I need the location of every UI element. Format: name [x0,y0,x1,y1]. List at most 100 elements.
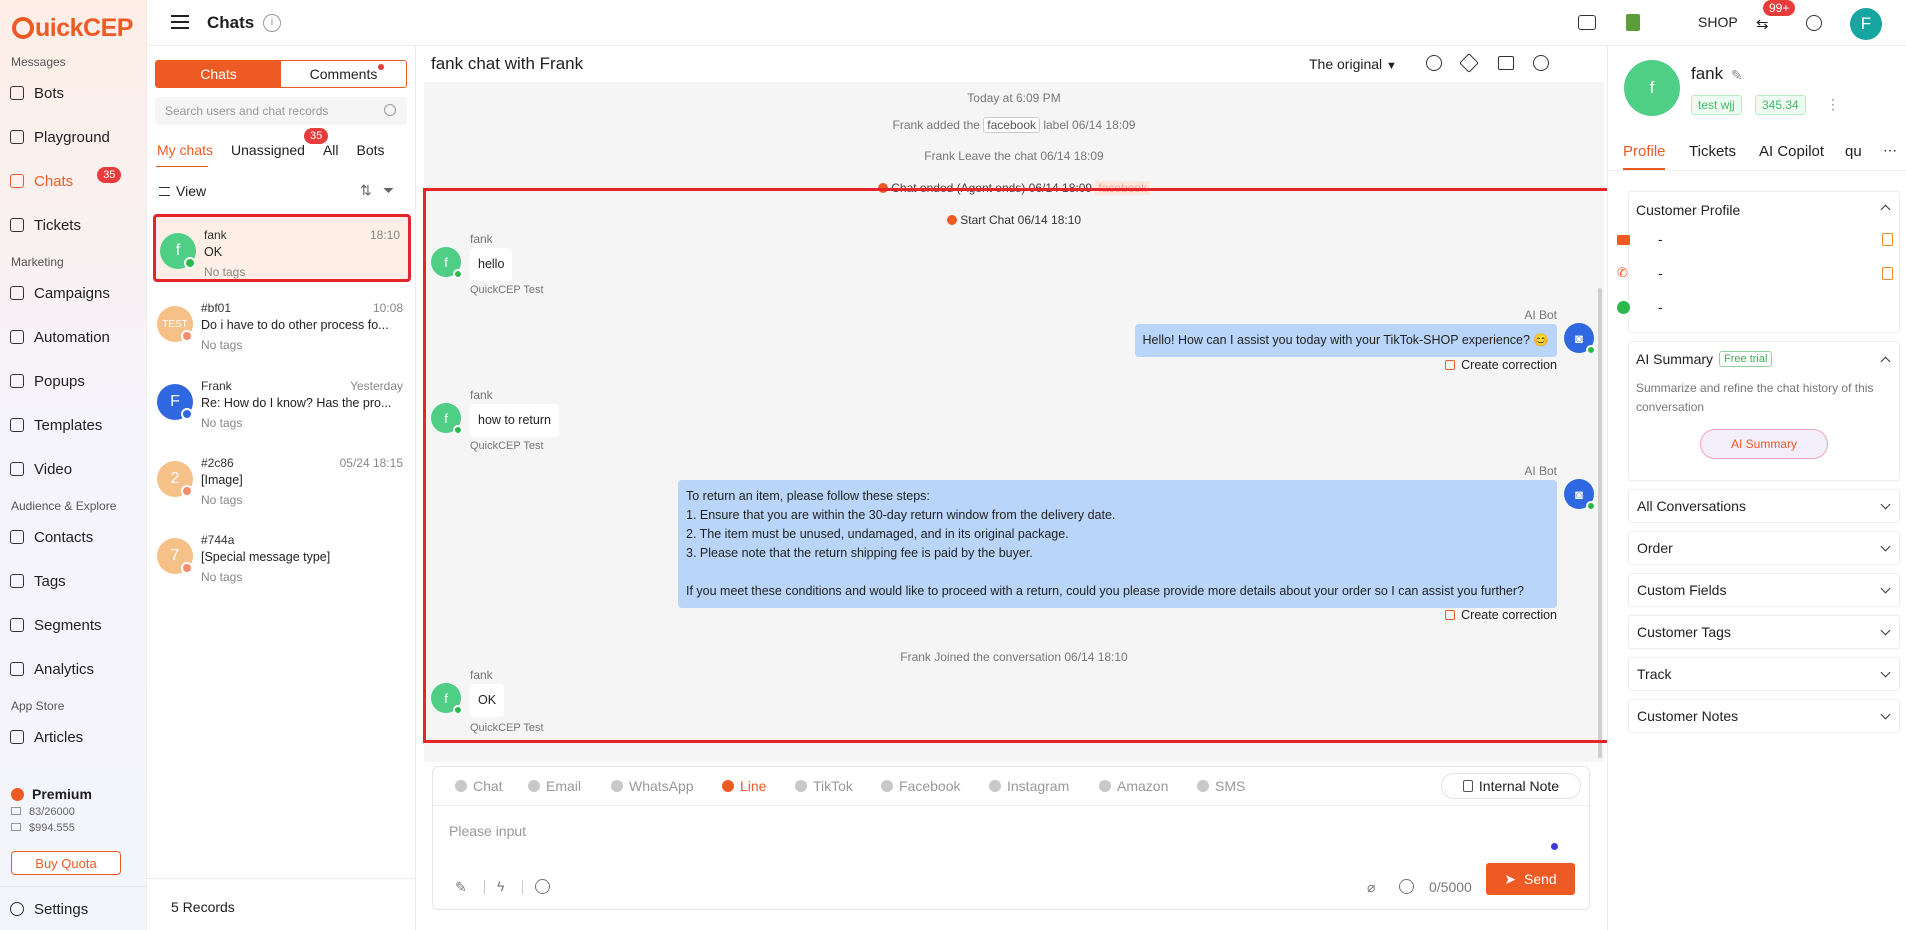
info-icon[interactable]: i [263,14,281,32]
chevron-down-icon [1880,499,1891,509]
tab-tickets[interactable]: Tickets [1689,143,1736,160]
chat-name: #744a [201,533,235,547]
note-icon[interactable] [1882,267,1893,280]
free-trial-badge: Free trial [1719,351,1773,367]
tab-all[interactable]: All [323,142,339,158]
phone-value: - [1658,265,1663,281]
note-icon[interactable] [1882,233,1893,246]
shop-label[interactable]: SHOP [1698,14,1738,30]
chat-search-input[interactable]: Search users and chat records [155,97,407,125]
chat-item-2c86[interactable]: 2 #2c86 05/24 18:15 [Image] No tags [153,445,411,513]
power-icon[interactable] [1533,55,1549,71]
section-order[interactable]: Order [1628,531,1900,565]
tab-profile[interactable]: Profile [1623,143,1666,160]
nav-templates[interactable]: Templates [10,412,142,438]
nav-video[interactable]: Video [10,456,142,482]
tab-bots[interactable]: Bots [357,142,385,158]
help-icon[interactable] [1806,15,1822,31]
nav-contacts[interactable]: Contacts [10,524,142,550]
chat-item-bf01[interactable]: TEST #bf01 10:08 Do i have to do other p… [153,290,411,358]
nav-bots[interactable]: Bots [10,80,142,106]
nav-campaigns[interactable]: Campaigns [10,280,142,306]
divider [0,886,147,887]
section-custom-fields[interactable]: Custom Fields [1628,573,1900,607]
channel-line[interactable]: Line [722,778,766,794]
nav-analytics[interactable]: Analytics [10,656,142,682]
caret-down-icon: ▼ [1386,60,1397,72]
chat-item-744a[interactable]: 7 #744a [Special message type] No tags [153,522,411,590]
mail-icon [11,807,21,815]
view-toggle[interactable]: View [159,183,206,199]
search-icon[interactable] [384,104,396,116]
chat-tags: No tags [204,265,246,279]
channel-whatsapp[interactable]: WhatsApp [611,778,694,794]
chat-item-frank[interactable]: F Frank Yesterday Re: How do I know? Has… [153,368,411,436]
internal-note-button[interactable]: Internal Note [1441,773,1581,799]
section-app-store: App Store [11,699,65,713]
channel-instagram[interactable]: Instagram [989,778,1069,794]
section-customer-notes[interactable]: Customer Notes [1628,699,1900,733]
send-icon [10,286,24,300]
history-icon[interactable] [1426,55,1442,71]
print-icon[interactable] [1498,56,1514,70]
filter-icon[interactable]: ⏷ [383,182,394,199]
nav-settings[interactable]: Settings [10,896,142,922]
premium-icon [11,787,24,801]
channel-sms[interactable]: SMS [1197,778,1245,794]
nav-popups[interactable]: Popups [10,368,142,394]
console-icon[interactable] [1578,15,1596,30]
user-avatar[interactable]: F [1850,8,1882,40]
lightning-icon[interactable]: ϟ [497,878,504,894]
tab-comments[interactable]: Comments [281,61,406,87]
tab-unassigned[interactable]: Unassigned [231,142,305,158]
channel-tiktok[interactable]: TikTok [795,778,853,794]
chat-filter-tabs: My chats Unassigned All Bots [157,142,403,158]
channel-chat[interactable]: Chat [455,778,503,794]
chat-name: Frank [201,379,232,393]
section-all-conversations[interactable]: All Conversations [1628,489,1900,523]
mail-icon [1617,235,1630,245]
send-button[interactable]: ➤ Send [1486,863,1575,895]
ai-summary-header[interactable]: AI Summary Free trial [1629,342,1899,367]
section-customer-tags[interactable]: Customer Tags [1628,615,1900,649]
tab-ai-copilot[interactable]: AI Copilot [1759,143,1824,160]
tab-my-chats[interactable]: My chats [157,142,213,158]
buy-quota-button[interactable]: Buy Quota [11,851,121,875]
translation-select[interactable]: The original ▼ [1309,56,1397,72]
more-icon[interactable]: ⋮ [1826,96,1840,113]
unassigned-badge: 35 [304,128,329,144]
channel-facebook[interactable]: Facebook [881,778,960,794]
edit-name-icon[interactable]: ✎ [1731,67,1743,84]
section-track[interactable]: Track [1628,657,1900,691]
sms-channel-icon [1197,780,1209,792]
customer-profile-header[interactable]: Customer Profile [1629,192,1899,218]
magic-wand-icon[interactable]: ✎ [455,879,467,896]
switch-icon[interactable]: ⇆ [1756,15,1774,33]
status-dot [1551,843,1558,850]
chat-item-fank[interactable]: f fank 18:10 OK No tags [153,214,411,282]
chevron-up-icon [1880,204,1891,215]
ai-summary-button[interactable]: AI Summary [1700,429,1828,459]
nav-tags[interactable]: Tags [10,568,142,594]
message-input[interactable]: Please input [449,823,526,839]
channel-email[interactable]: Email [528,778,581,794]
logo[interactable]: uickCEP [12,14,133,43]
attachment-icon[interactable]: ⌀ [1367,879,1375,896]
nav-tickets[interactable]: Tickets [10,212,142,238]
tab-chats[interactable]: Chats [156,61,281,87]
section-marketing: Marketing [11,255,64,269]
shopify-icon[interactable] [1626,14,1640,31]
collapse-menu-icon[interactable] [171,15,189,29]
tabs-overflow-icon[interactable]: ⋯ [1883,142,1897,159]
nav-chats[interactable]: Chats 35 [10,167,142,194]
tag-icon[interactable] [1459,53,1479,73]
nav-automation[interactable]: Automation [10,324,142,350]
tab-more[interactable]: qu [1845,143,1862,160]
nav-playground[interactable]: Playground [10,124,142,150]
emoji-icon[interactable] [1399,879,1414,894]
sort-icon[interactable]: ⇅ [360,182,372,199]
ai-icon[interactable] [535,879,550,894]
channel-amazon[interactable]: Amazon [1099,778,1168,794]
nav-segments[interactable]: Segments [10,612,142,638]
nav-articles[interactable]: Articles [10,724,142,750]
